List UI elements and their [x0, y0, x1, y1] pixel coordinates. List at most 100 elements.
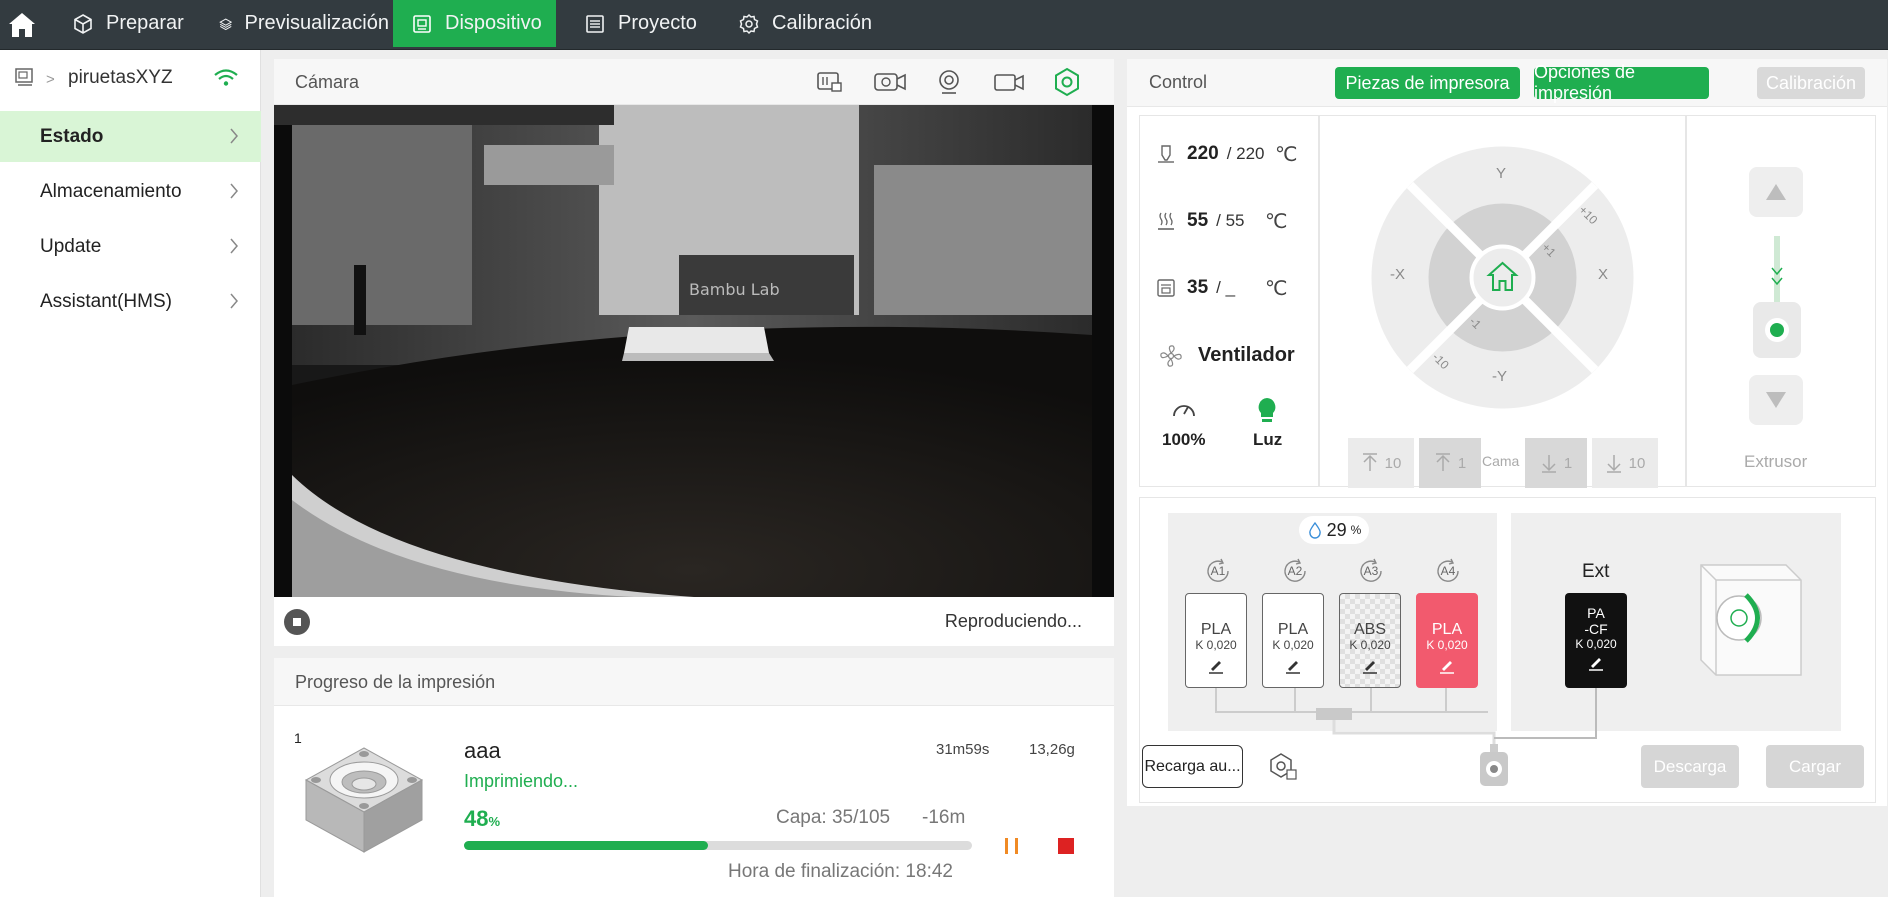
spool-a2[interactable]: PLA K 0,020 — [1262, 593, 1324, 688]
tab-prepare[interactable]: Preparar — [72, 0, 192, 47]
stop-stream-button[interactable] — [284, 609, 310, 635]
bed-up-1-button[interactable]: 1 — [1419, 438, 1481, 488]
sidebar-item-update[interactable]: Update — [0, 221, 261, 272]
speed-gauge-icon — [1173, 405, 1195, 417]
spool-material: PLA — [1200, 621, 1232, 638]
sd-card-icon[interactable] — [814, 67, 844, 97]
top-navigation-bar: Preparar Previsualización Dispositivo Pr… — [0, 0, 1888, 50]
chamber-icon — [1157, 279, 1175, 297]
edit-icon[interactable] — [1587, 655, 1605, 671]
chamber-temperature[interactable]: 35 / _ ℃ — [1155, 275, 1287, 301]
humidity-unit: % — [1350, 523, 1362, 537]
bed-up-10-button[interactable]: 10 — [1348, 438, 1414, 488]
humidity-indicator[interactable]: 29% — [1299, 516, 1369, 544]
sidebar-item-storage[interactable]: Almacenamiento — [0, 166, 261, 217]
refresh-icon — [1284, 558, 1306, 582]
printer-parts-button[interactable]: Piezas de impresora — [1335, 67, 1520, 99]
tab-device[interactable]: Dispositivo — [393, 0, 556, 47]
light-label: Luz — [1253, 430, 1283, 449]
bed-label: Cama — [1482, 453, 1520, 469]
external-spool[interactable]: PA -CF K 0,020 — [1565, 593, 1627, 688]
heatbed-icon — [1158, 212, 1174, 230]
device-selector[interactable]: > piruetasXYZ — [0, 50, 261, 90]
jog-x-minus[interactable]: -X — [1390, 266, 1405, 283]
jog-y-plus[interactable]: Y — [1496, 165, 1506, 182]
unload-button[interactable]: Descarga — [1641, 745, 1739, 788]
sidebar-item-label: Assistant(HMS) — [40, 290, 172, 312]
bed-temperature[interactable]: 55 / 55 ℃ — [1155, 208, 1287, 234]
extruder-up-button[interactable] — [1749, 167, 1803, 217]
bed-down-1-button[interactable]: 1 — [1525, 438, 1587, 488]
job-status: Imprimiendo... — [464, 771, 579, 791]
bed-down-10-button[interactable]: 10 — [1592, 438, 1658, 488]
print-options-button[interactable]: Opciones de impresión — [1534, 62, 1709, 103]
spool-a4[interactable]: PLA K 0,020 — [1416, 593, 1478, 688]
refresh-icon — [1207, 558, 1229, 582]
video-record-icon[interactable] — [872, 67, 908, 97]
load-button[interactable]: Cargar — [1766, 745, 1864, 788]
refresh-icon — [1437, 558, 1459, 582]
slot-a2-refresh[interactable]: A2 — [1281, 557, 1309, 585]
calibration-button[interactable]: Calibración — [1757, 67, 1865, 99]
nozzle-temperature[interactable]: 220 / 220 ℃ — [1155, 141, 1297, 167]
chevron-right-icon — [230, 128, 238, 144]
sidebar-item-label: Estado — [40, 125, 104, 147]
sidebar-item-assistant[interactable]: Assistant(HMS) — [0, 276, 261, 327]
progress-title: Progreso de la impresión — [295, 672, 496, 692]
fan-icon — [1160, 345, 1182, 367]
svg-text:Bambu Lab: Bambu Lab — [689, 280, 780, 299]
nozzle-unit: ℃ — [1275, 143, 1298, 166]
chamber-current: 35 — [1187, 277, 1209, 298]
edit-icon[interactable] — [1207, 658, 1225, 674]
layers-icon — [219, 18, 233, 30]
auto-refill-button[interactable]: Recarga au... — [1142, 745, 1243, 788]
model-thumbnail — [304, 747, 424, 853]
device-name: piruetasXYZ — [68, 67, 173, 88]
progress-bar-fill — [464, 841, 708, 850]
arrow-up-icon — [1362, 453, 1377, 471]
bed-unit: ℃ — [1265, 210, 1288, 233]
tab-calibration[interactable]: Calibración — [738, 0, 878, 47]
edit-icon[interactable] — [1284, 658, 1302, 674]
control-title: Control — [1149, 72, 1208, 92]
edit-icon[interactable] — [1438, 658, 1456, 674]
stop-print-button[interactable] — [1058, 838, 1074, 854]
sidebar-item-status[interactable]: Estado — [0, 111, 261, 162]
jog-y-minus[interactable]: -Y — [1492, 368, 1507, 385]
fan-button[interactable]: Ventilador — [1198, 344, 1295, 367]
spool-k-value: K 0,020 — [1426, 638, 1468, 652]
edit-icon[interactable] — [1361, 658, 1379, 674]
camera-header: Cámara — [274, 59, 1114, 105]
arrow-up-icon — [1435, 453, 1450, 471]
extruder-down-button[interactable] — [1749, 375, 1803, 425]
tab-preview[interactable]: Previsualización — [219, 0, 389, 47]
light-bulb-icon[interactable] — [1254, 396, 1280, 426]
spool-a1[interactable]: PLA K 0,020 — [1185, 593, 1247, 688]
tab-label: Proyecto — [618, 12, 697, 34]
spool-a3[interactable]: ABS K 0,020 — [1339, 593, 1401, 688]
printer-illustration — [1700, 564, 1802, 676]
camera-frame-image: Bambu Lab — [274, 105, 1114, 597]
progress-percent: 48% — [464, 806, 500, 832]
spool-material: PLA — [1431, 621, 1463, 638]
home-icon[interactable] — [6, 9, 38, 41]
layer-count: Capa: 35/105 — [776, 807, 891, 828]
arrow-down-icon — [1541, 455, 1556, 473]
pause-button[interactable] — [1002, 836, 1022, 856]
jog-x-plus[interactable]: X — [1598, 266, 1608, 283]
slot-a4-refresh[interactable]: A4 — [1434, 557, 1462, 585]
gear-icon — [739, 13, 759, 34]
ams-settings-icon[interactable] — [1268, 751, 1298, 781]
camera-video-feed[interactable]: Bambu Lab — [274, 105, 1114, 597]
camera-title: Cámara — [295, 72, 360, 92]
job-name: aaa — [464, 738, 501, 763]
bed-current: 55 — [1187, 210, 1209, 231]
camera-icon[interactable] — [992, 67, 1026, 97]
extruder-icon — [1753, 236, 1801, 358]
tab-project[interactable]: Proyecto — [584, 0, 704, 47]
webcam-icon[interactable] — [934, 67, 964, 97]
print-speed-button[interactable]: 100% — [1162, 430, 1205, 450]
slot-a3-refresh[interactable]: A3 — [1357, 557, 1385, 585]
settings-icon[interactable] — [1052, 67, 1082, 97]
slot-a1-refresh[interactable]: A1 — [1204, 557, 1232, 585]
